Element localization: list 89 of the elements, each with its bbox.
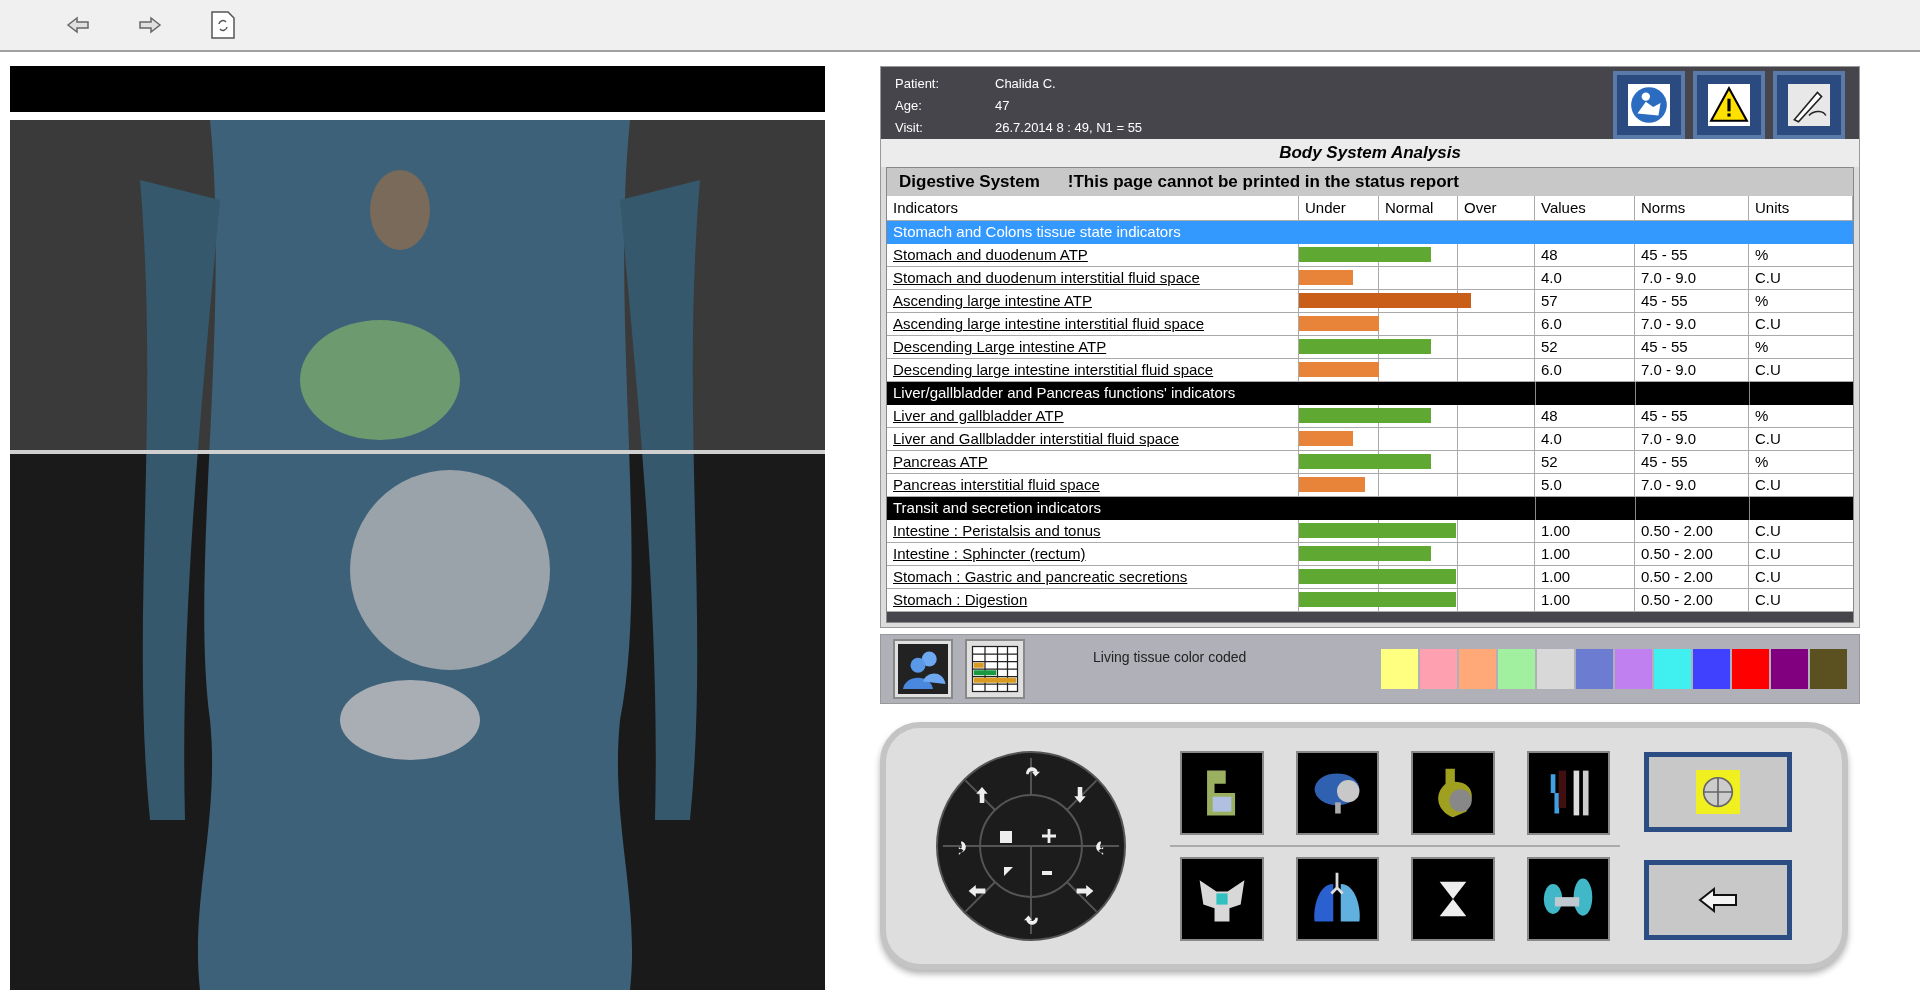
norm-cell: 45 - 55: [1635, 451, 1749, 474]
unit-cell: C.U: [1749, 313, 1853, 336]
indicator-link[interactable]: Descending large intestine interstitial fluid space: [893, 361, 1214, 378]
hand-writing-icon: [1788, 84, 1830, 126]
value-cell: 4.0: [1535, 267, 1635, 290]
print-notice: !This page cannot be printed in the status report: [1067, 171, 1459, 194]
back-arrow-icon[interactable]: [66, 15, 90, 35]
indicator-link[interactable]: Stomach : Digestion: [893, 591, 1028, 608]
indicator-link[interactable]: Descending Large intestine ATP: [893, 338, 1107, 355]
unit-cell: C.U: [1749, 520, 1853, 543]
unit-cell: C.U: [1749, 428, 1853, 451]
unit-cell: %: [1749, 290, 1853, 313]
zoom-in-icon[interactable]: [1042, 829, 1056, 843]
value-cell: 48: [1535, 405, 1635, 428]
norm-cell: 0.50 - 2.00: [1635, 520, 1749, 543]
indicator-link[interactable]: Ascending large intestine ATP: [893, 292, 1092, 309]
norm-cell: 45 - 55: [1635, 336, 1749, 359]
value-cell: 6.0: [1535, 313, 1635, 336]
warning-button[interactable]: [1693, 71, 1765, 139]
group-header[interactable]: Transit and secretion indicators: [887, 497, 1853, 520]
back-button[interactable]: [1644, 860, 1792, 940]
unit-cell: C.U: [1749, 267, 1853, 290]
indicator-link[interactable]: Pancreas ATP: [893, 453, 988, 470]
refresh-document-icon[interactable]: [210, 10, 236, 40]
organ-view-button[interactable]: [1295, 751, 1379, 835]
back-arrow-icon: [1698, 887, 1738, 913]
people-icon: [898, 644, 948, 694]
crosshair-icon: [1696, 770, 1740, 814]
value-cell: 1.00: [1535, 520, 1635, 543]
unit-cell: C.U: [1749, 543, 1853, 566]
value-cell: 48: [1535, 244, 1635, 267]
indicator-link[interactable]: Pancreas interstitial fluid space: [893, 476, 1100, 493]
norm-cell: 7.0 - 9.0: [1635, 313, 1749, 336]
field-value: Chalida C.: [995, 75, 1057, 93]
right-arrow-icon[interactable]: [1076, 885, 1094, 897]
corner-icon[interactable]: [1004, 867, 1013, 876]
unit-cell: C.U: [1749, 566, 1853, 589]
down-arrow-icon[interactable]: [1074, 787, 1086, 803]
indicator-link[interactable]: Liver and gallbladder ATP: [893, 407, 1064, 424]
unit-cell: %: [1749, 244, 1853, 267]
unit-cell: %: [1749, 451, 1853, 474]
field-value: 47: [995, 97, 1011, 115]
field-label: Visit:: [895, 119, 924, 137]
norm-cell: 45 - 55: [1635, 405, 1749, 428]
value-cell: 1.00: [1535, 543, 1635, 566]
manual-button[interactable]: [1613, 71, 1685, 139]
field-label: Age:: [895, 97, 923, 115]
value-cell: 52: [1535, 336, 1635, 359]
legend-label: Living tissue color coded: [1093, 648, 1248, 667]
value-cell: 1.00: [1535, 566, 1635, 589]
report-title: Body System Analysis: [1279, 142, 1461, 165]
organ-view-button[interactable]: [1180, 751, 1264, 835]
norm-cell: 7.0 - 9.0: [1635, 428, 1749, 451]
value-cell: 52: [1535, 451, 1635, 474]
organ-view-button[interactable]: [1526, 751, 1610, 835]
field-value: 26.7.2014 8 : 49, N1 = 55: [995, 119, 1143, 137]
norm-cell: 45 - 55: [1635, 244, 1749, 267]
hourglass-button[interactable]: [1411, 857, 1495, 941]
norm-cell: 0.50 - 2.00: [1635, 566, 1749, 589]
indicator-link[interactable]: Liver and Gallbladder interstitial fluid space: [893, 430, 1179, 447]
indicator-link[interactable]: Stomach and duodenum ATP: [893, 246, 1088, 263]
sign-button[interactable]: [1773, 71, 1845, 139]
users-button[interactable]: [893, 639, 953, 699]
table-button[interactable]: [965, 639, 1025, 699]
indicator-link[interactable]: Intestine : Peristalsis and tonus: [893, 522, 1101, 539]
norm-cell: 7.0 - 9.0: [1635, 267, 1749, 290]
indicator-link[interactable]: Stomach : Gastric and pancreatic secretions: [893, 568, 1188, 585]
unit-cell: %: [1749, 336, 1853, 359]
indicator-link[interactable]: Stomach and duodenum interstitial fluid space: [893, 269, 1200, 286]
value-cell: 4.0: [1535, 428, 1635, 451]
warning-icon: [1708, 84, 1750, 126]
forward-arrow-icon[interactable]: [138, 15, 162, 35]
group-header[interactable]: Liver/gallbladder and Pancreas functions' indicators: [887, 382, 1853, 405]
organ-view-button[interactable]: [1295, 857, 1379, 941]
table-icon: [970, 644, 1020, 694]
field-label: Patient:: [895, 75, 941, 93]
target-button[interactable]: [1644, 752, 1792, 832]
indicator-link[interactable]: Ascending large intestine interstitial fluid space: [893, 315, 1204, 332]
indicator-link[interactable]: Intestine : Sphincter (rectum): [893, 545, 1086, 562]
up-arrow-icon[interactable]: [976, 787, 988, 803]
organ-view-button[interactable]: [1526, 857, 1610, 941]
unit-cell: %: [1749, 405, 1853, 428]
section-title: Digestive System: [899, 171, 1040, 194]
organ-view-button[interactable]: [1411, 751, 1495, 835]
norm-cell: 0.50 - 2.00: [1635, 543, 1749, 566]
value-cell: 57: [1535, 290, 1635, 313]
left-arrow-icon[interactable]: [968, 885, 986, 897]
organ-view-button[interactable]: [1180, 857, 1264, 941]
norm-cell: 45 - 55: [1635, 290, 1749, 313]
